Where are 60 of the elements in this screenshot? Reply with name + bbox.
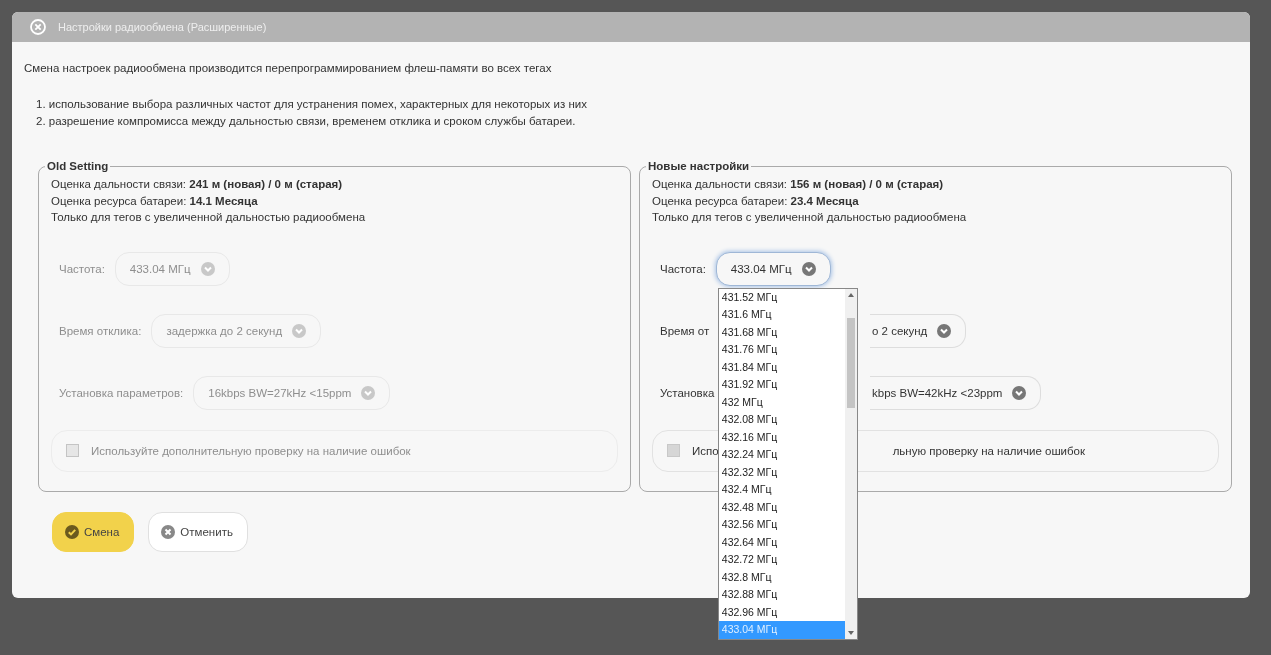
dropdown-option[interactable]: 432.48 МГц [718, 498, 845, 516]
checkbox[interactable] [667, 444, 680, 457]
dropdown-option[interactable]: 432.08 МГц [718, 411, 845, 429]
dropdown-option[interactable]: 432 МГц [718, 393, 845, 411]
dropdown-option[interactable]: 432.64 МГц [718, 533, 845, 551]
info-text: Оценка ресурса батареи: 23.4 Месяца [652, 193, 860, 209]
dropdown-field: задержка до 2 секунд [151, 313, 322, 348]
dropdown-option[interactable]: 431.84 МГц [718, 358, 845, 376]
chevron-down-icon [937, 323, 952, 338]
dropdown-option[interactable]: 431.6 МГц [718, 306, 845, 324]
dropdown-option[interactable]: 432.88 МГц [718, 586, 845, 604]
checkbox-label: Используйте дополнительную проверку на наличие ошибок [91, 444, 411, 457]
info-text: Оценка дальности связи: 241 м (новая) / 0 м (старая) [51, 177, 344, 192]
panel-legend: Новые настройки [646, 160, 752, 172]
dropdown-option[interactable]: 431.68 МГц [718, 323, 845, 341]
info-text: Оценка ресурса батареи: 14.1 Месяца [51, 193, 259, 209]
scroll-down-icon[interactable] [846, 629, 855, 636]
panel-legend: Old Setting [45, 160, 111, 172]
chevron-down-icon [200, 261, 215, 276]
chevron-down-icon [801, 261, 816, 276]
intro-text: Смена настроек радиообмена производится перепрограммированием флеш-памяти во всех тегах [24, 61, 553, 76]
list-item: 2. разрешение компромисса между дальностью связи, временем отклика и сроком службы батареи. [36, 114, 577, 129]
window-title: Настройки радиообмена (Расширенные) [58, 21, 267, 33]
field-label: Установка [660, 386, 716, 399]
dropdown-option[interactable]: 432.96 МГц [718, 603, 845, 621]
checkmark-icon [65, 525, 79, 539]
field-label: Частота: [660, 262, 706, 275]
field-label: Время отклика: [59, 324, 142, 337]
dropdown-option[interactable]: 432.56 МГц [718, 516, 845, 534]
checkbox-label: Испо [692, 444, 719, 457]
dropdown-field[interactable]: о 2 секунд [870, 313, 967, 348]
dialog-button[interactable]: Отменить [148, 512, 248, 552]
field-label: Частота: [59, 262, 105, 275]
dropdown-option[interactable]: 432.16 МГц [718, 428, 845, 446]
close-icon[interactable] [30, 19, 46, 35]
chevron-down-icon [1012, 385, 1027, 400]
dropdown-option[interactable]: 432.4 МГц [718, 481, 845, 499]
info-text: Оценка дальности связи: 156 м (новая) / 0 м (старая) [652, 177, 945, 192]
close-icon [161, 525, 176, 539]
dropdown-field[interactable]: 433.04 МГц [715, 251, 831, 286]
field-label: Установка параметров: [59, 386, 184, 399]
dropdown-field[interactable]: kbps BW=42kHz <23ppm [870, 375, 1042, 410]
dropdown-option[interactable]: 431.52 МГц [718, 288, 845, 306]
info-text: Только для тегов с увеличенной дальностью радиообмена [652, 210, 968, 225]
dropdown-option[interactable]: 431.92 МГц [718, 376, 845, 394]
dropdown-option[interactable]: 432.72 МГц [718, 551, 845, 569]
dropdown-option[interactable]: 432.24 МГц [718, 446, 845, 464]
info-text: Только для тегов с увеличенной дальностью радиообмена [51, 210, 367, 225]
dropdown-option[interactable]: 432.8 МГц [718, 568, 845, 586]
list-item: 1. использование выбора различных частот для устранения помех, характерных для некоторых из них [36, 97, 588, 112]
chevron-down-icon [292, 323, 307, 338]
scrollbar-thumb[interactable] [846, 317, 855, 408]
scrollbar[interactable] [844, 288, 857, 639]
chevron-down-icon [361, 385, 376, 400]
dropdown-field: 16kbps BW=27kHz <15ppm [193, 375, 391, 410]
dialog-button[interactable]: Смена [52, 512, 135, 552]
scroll-up-icon[interactable] [846, 291, 855, 298]
dropdown-field: 433.04 МГц [114, 251, 230, 286]
checkbox-label: льную проверку на наличие ошибок [892, 444, 1086, 457]
dropdown-option[interactable]: 431.76 МГц [718, 341, 845, 359]
